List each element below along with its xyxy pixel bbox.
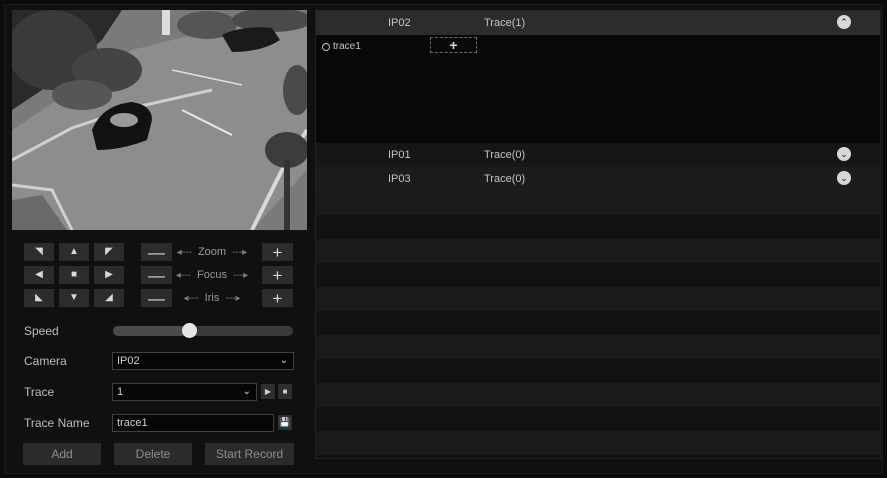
ptz-down-button[interactable]: ▼ [59, 289, 89, 307]
trace-select[interactable]: 1 ⌄ [112, 383, 257, 401]
trace-group-expanded-area: trace1 + [316, 35, 880, 143]
radio-icon [322, 42, 330, 51]
add-button[interactable]: Add [23, 443, 101, 465]
arrow-left-icon: ◂--- [183, 292, 199, 304]
panel-stripe [316, 311, 880, 335]
panel-stripe [316, 287, 880, 311]
ptz-right-button[interactable]: ▶ [94, 266, 124, 284]
trace-group-count: Trace(0) [484, 173, 526, 185]
trace-name-label: Trace Name [24, 416, 90, 430]
camera-select-value: IP02 [117, 355, 140, 367]
zoom-control-label: ◂--- Zoom ---▸ [164, 243, 260, 261]
camera-preview [12, 10, 307, 230]
delete-button[interactable]: Delete [114, 443, 192, 465]
panel-stripe [316, 455, 880, 458]
zoom-in-button[interactable]: + [262, 243, 293, 261]
speed-label: Speed [24, 324, 59, 338]
focus-plus-button[interactable]: + [262, 266, 293, 284]
chevron-down-icon[interactable]: ⌄ [837, 171, 851, 185]
trace-name-input[interactable]: trace1 [112, 414, 274, 432]
trace-group-row[interactable]: IP01 Trace(0) ⌄ [316, 143, 880, 167]
ptz-up-right-button[interactable]: ◤ [94, 243, 124, 261]
panel-stripe [316, 191, 880, 215]
ptz-up-button[interactable]: ▲ [59, 243, 89, 261]
add-trace-button[interactable]: + [430, 37, 477, 53]
iris-control-label: ◂--- Iris ---▸ [164, 289, 260, 307]
speed-slider-knob[interactable] [181, 323, 197, 338]
panel-stripe [316, 431, 880, 455]
focus-label: Focus [197, 269, 227, 281]
ptz-down-right-button[interactable]: ◢ [94, 289, 124, 307]
arrow-left-icon: ◂--- [175, 269, 191, 281]
panel-stripe [316, 383, 880, 407]
camera-select[interactable]: IP02 ⌄ [112, 352, 294, 370]
camera-label: Camera [24, 354, 67, 368]
camera-scene-image [12, 10, 307, 230]
arrow-right-icon: ---▸ [225, 292, 241, 304]
chevron-up-icon[interactable]: ⌃ [837, 15, 851, 29]
trace-group-count: Trace(0) [484, 149, 526, 161]
trace-select-value: 1 [117, 386, 124, 398]
trace-list-panel: IP02 Trace(1) ⌃ trace1 + IP01 Trace(0) ⌄… [315, 10, 881, 459]
trace-group-camera: IP01 [388, 149, 411, 161]
iris-plus-button[interactable]: + [262, 289, 293, 307]
start-record-button[interactable]: Start Record [205, 443, 294, 465]
trace-group-camera: IP02 [388, 17, 411, 29]
save-icon[interactable]: 💾 [278, 415, 292, 430]
arrow-right-icon: ---▸ [233, 269, 249, 281]
panel-stripe [316, 239, 880, 263]
arrow-left-icon: ◂--- [176, 246, 192, 258]
chevron-down-icon: ⌄ [279, 355, 288, 366]
speed-slider[interactable] [113, 323, 293, 338]
ptz-left-button[interactable]: ◀ [24, 266, 54, 284]
ptz-stop-button[interactable]: ■ [59, 266, 89, 284]
trace-group-camera: IP03 [388, 173, 411, 185]
focus-control-label: ◂--- Focus ---▸ [164, 266, 260, 284]
panel-stripe [316, 407, 880, 431]
panel-stripe [316, 263, 880, 287]
panel-stripe [316, 359, 880, 383]
panel-stripe [316, 335, 880, 359]
panel-stripe [316, 215, 880, 239]
stop-trace-button[interactable]: ■ [278, 384, 292, 399]
speed-slider-fill [113, 326, 189, 336]
ptz-up-left-button[interactable]: ◥ [24, 243, 54, 261]
trace-item-label: trace1 [333, 41, 361, 52]
zoom-label: Zoom [197, 246, 227, 258]
chevron-down-icon: ⌄ [242, 386, 251, 397]
trace-name-value: trace1 [117, 417, 148, 429]
arrow-right-icon: ---▸ [232, 246, 248, 258]
trace-group-count: Trace(1) [484, 17, 526, 29]
trace-group-row[interactable]: IP02 Trace(1) ⌃ [316, 11, 880, 35]
ptz-down-left-button[interactable]: ◣ [24, 289, 54, 307]
chevron-down-icon[interactable]: ⌄ [837, 147, 851, 161]
trace-group-row[interactable]: IP03 Trace(0) ⌄ [316, 167, 880, 191]
trace-list-item[interactable]: trace1 [322, 41, 361, 52]
trace-label: Trace [24, 385, 55, 399]
play-trace-button[interactable]: ▶ [261, 384, 275, 399]
iris-label: Iris [204, 292, 220, 304]
